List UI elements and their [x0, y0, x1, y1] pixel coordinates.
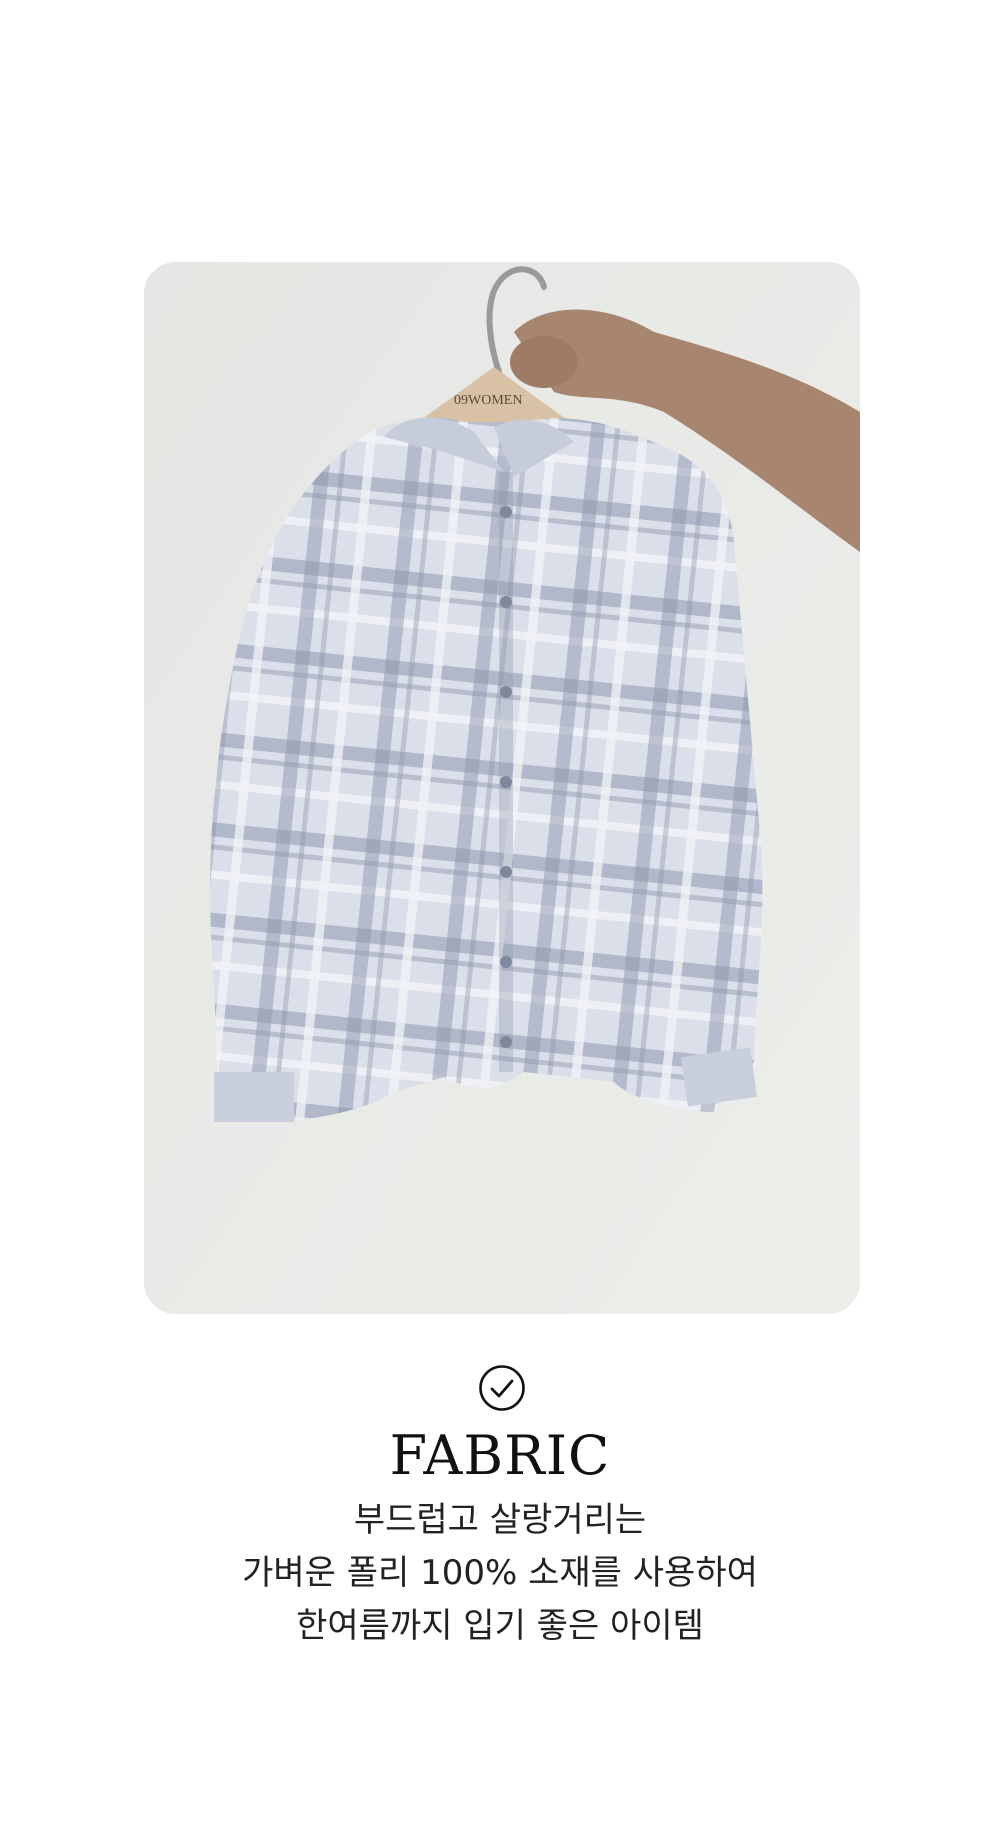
product-photo: 09WOMEN — [144, 262, 860, 1314]
section-title: FABRIC — [389, 1424, 611, 1487]
description-line-3: 한여름까지 입기 좋은 아이템 — [296, 1606, 704, 1646]
description-line-2: 가벼운 폴리 100% 소재를 사용하여 — [242, 1553, 758, 1593]
hanger-brand-text: 09WOMEN — [454, 393, 522, 408]
shirt — [210, 417, 763, 1122]
check-circle-icon — [479, 1365, 525, 1411]
description-line-1: 부드럽고 살랑거리는 — [353, 1500, 647, 1540]
shirt-placket — [499, 472, 513, 1072]
hand-fingers — [510, 336, 578, 388]
shirt-right-cuff — [680, 1047, 758, 1107]
shirt-left-cuff — [214, 1072, 294, 1122]
